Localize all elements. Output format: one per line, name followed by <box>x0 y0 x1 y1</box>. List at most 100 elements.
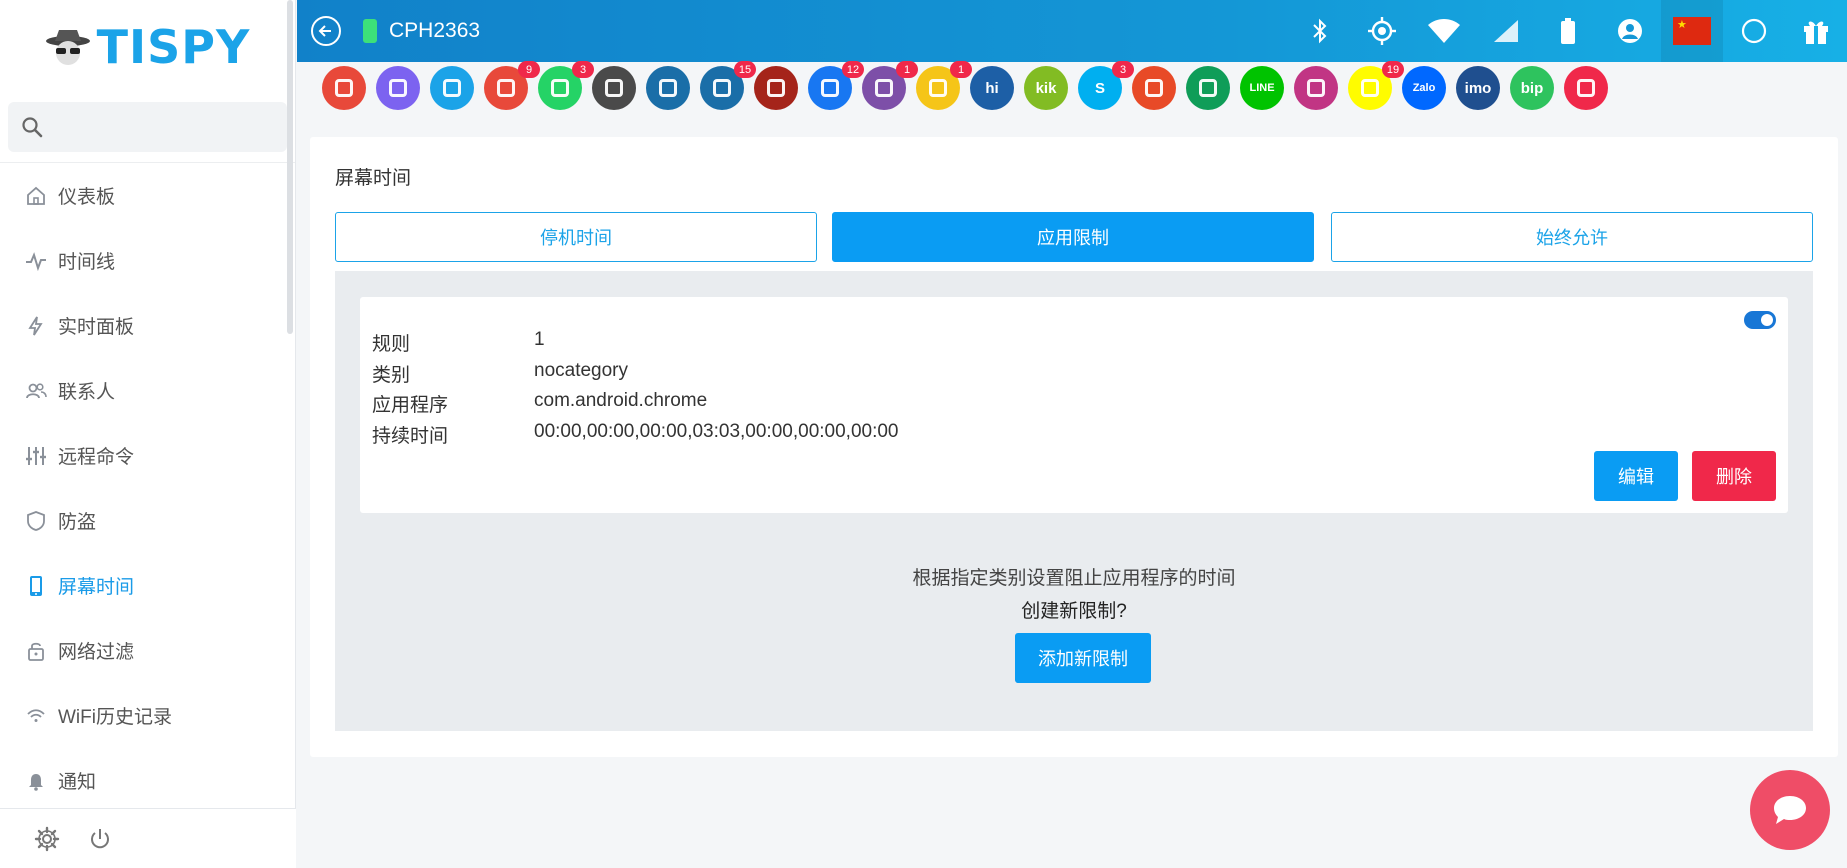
bluetooth-status[interactable] <box>1289 0 1351 62</box>
app-facebook[interactable]: 12 <box>808 61 864 110</box>
sidebar-item-label: 仪表板 <box>58 187 116 208</box>
battery-status[interactable] <box>1537 0 1599 62</box>
user-icon <box>1618 19 1642 43</box>
sidebar-item-notifications[interactable]: 通知 <box>0 748 295 813</box>
zalo-icon: Zalo <box>1412 82 1436 94</box>
sidebar-scrollbar[interactable] <box>287 0 293 334</box>
app-zalo[interactable]: Zalo <box>1402 66 1446 110</box>
sidebar-item-live-panel[interactable]: 实时面板 <box>0 293 295 358</box>
sidebar-item-label: 联系人 <box>58 382 116 403</box>
device-selector[interactable]: CPH2363 <box>363 19 480 43</box>
wifi-signal-icon <box>1428 19 1460 43</box>
back-button[interactable] <box>311 16 341 46</box>
cellular-status[interactable] <box>1475 0 1537 62</box>
rule-key: 类别 <box>372 365 411 386</box>
rule-key: 规则 <box>372 334 411 355</box>
gear-icon[interactable] <box>34 826 60 852</box>
rule-enabled-toggle[interactable] <box>1744 311 1776 329</box>
rule-key: 持续时间 <box>372 426 449 447</box>
location-status[interactable] <box>1351 0 1413 62</box>
app-instagram[interactable] <box>1294 66 1338 110</box>
limit-description: 根据指定类别设置阻止应用程序的时间 <box>912 568 1236 589</box>
contacts-icon <box>24 379 48 403</box>
facebook-icon <box>821 79 839 97</box>
logo[interactable]: TISPY <box>0 0 295 94</box>
kik-icon: kik <box>1035 79 1057 97</box>
app-video-call[interactable] <box>322 66 366 110</box>
browser-icon <box>767 79 785 97</box>
sliders-icon <box>24 444 48 468</box>
sidebar-item-contacts[interactable]: 联系人 <box>0 358 295 423</box>
app-email[interactable]: 1 <box>916 61 972 110</box>
app-hike[interactable]: hi <box>970 66 1014 110</box>
app-photos[interactable]: 9 <box>484 61 540 110</box>
chat-button[interactable] <box>1750 770 1830 850</box>
notification-badge: 15 <box>734 61 756 78</box>
delete-button[interactable]: 删除 <box>1692 451 1776 501</box>
sidebar-item-wifi-history[interactable]: WiFi历史记录 <box>0 683 295 748</box>
sidebar-item-dashboard[interactable]: 仪表板 <box>0 163 295 228</box>
app-notifications[interactable]: 15 <box>700 61 756 110</box>
phone-icon <box>24 574 48 598</box>
hangouts-icon <box>1199 79 1217 97</box>
bell-icon <box>24 769 48 793</box>
sidebar: TISPY 仪表板 时间线 实时面板 联系人 远程命令 防盗 屏幕时间 网络过滤… <box>0 0 296 868</box>
app-tinder[interactable] <box>1132 66 1176 110</box>
app-kik[interactable]: kik <box>1024 66 1068 110</box>
app-browser[interactable] <box>754 66 798 110</box>
add-limit-button[interactable]: 添加新限制 <box>1015 633 1151 683</box>
edit-button[interactable]: 编辑 <box>1594 451 1678 501</box>
app-messages[interactable] <box>430 66 474 110</box>
sidebar-item-remote-commands[interactable]: 远程命令 <box>0 423 295 488</box>
phone-icon <box>389 79 407 97</box>
search-input[interactable] <box>54 118 274 136</box>
status-indicator[interactable] <box>1723 0 1785 62</box>
tab-downtime[interactable]: 停机时间 <box>335 212 817 262</box>
account-button[interactable] <box>1599 0 1661 62</box>
chat-bubble-icon <box>1774 796 1806 824</box>
sidebar-item-web-filter[interactable]: 网络过滤 <box>0 618 295 683</box>
sidebar-item-label: 时间线 <box>58 252 116 273</box>
signal-icon <box>1494 20 1518 42</box>
sidebar-item-label: 网络过滤 <box>58 642 135 663</box>
app-keyboard[interactable] <box>592 66 636 110</box>
tab-always-allowed[interactable]: 始终允许 <box>1331 212 1813 262</box>
app-video-chat[interactable] <box>1564 66 1608 110</box>
photos-icon <box>497 79 515 97</box>
create-limit-prompt: 创建新限制? <box>1021 601 1127 622</box>
app-imo[interactable]: imo <box>1456 66 1500 110</box>
wifi-status[interactable] <box>1413 0 1475 62</box>
language-selector[interactable] <box>1661 0 1723 62</box>
rule-row-category: 类别 nocategory <box>372 360 628 387</box>
top-bar: CPH2363 <box>297 0 1847 62</box>
rule-row-application: 应用程序 com.android.chrome <box>372 390 707 417</box>
app-skype[interactable]: S3 <box>1078 61 1134 110</box>
app-snapchat[interactable]: 19 <box>1348 61 1404 110</box>
bip-icon: bip <box>1520 79 1544 97</box>
search-box[interactable] <box>8 102 287 152</box>
sidebar-footer <box>0 808 296 868</box>
search-icon <box>22 117 43 138</box>
app-whatsapp[interactable]: 3 <box>538 61 594 110</box>
gift-button[interactable] <box>1785 0 1847 62</box>
rule-value: nocategory <box>534 360 629 381</box>
app-bip[interactable]: bip <box>1510 66 1554 110</box>
limits-content: 规则 1 类别 nocategory 应用程序 com.android.chro… <box>335 271 1813 731</box>
power-icon[interactable] <box>88 827 112 851</box>
sidebar-item-timeline[interactable]: 时间线 <box>0 228 295 293</box>
sidebar-nav: 仪表板 时间线 实时面板 联系人 远程命令 防盗 屏幕时间 网络过滤 WiFi历… <box>0 162 295 813</box>
sidebar-item-label: 实时面板 <box>58 317 135 338</box>
arrow-left-icon <box>318 25 331 37</box>
app-hangouts[interactable] <box>1186 66 1230 110</box>
app-line[interactable]: LINE <box>1240 66 1284 110</box>
circle-icon <box>1741 18 1767 44</box>
tab-app-limits[interactable]: 应用限制 <box>832 212 1314 262</box>
sidebar-item-label: 远程命令 <box>58 447 135 468</box>
app-viber[interactable]: 1 <box>862 61 918 110</box>
sidebar-item-screen-time[interactable]: 屏幕时间 <box>0 553 295 618</box>
snapchat-icon <box>1361 79 1379 97</box>
sidebar-item-anti-theft[interactable]: 防盗 <box>0 488 295 553</box>
pulse-icon <box>24 249 48 273</box>
app-phone[interactable] <box>376 66 420 110</box>
app-device[interactable] <box>646 66 690 110</box>
